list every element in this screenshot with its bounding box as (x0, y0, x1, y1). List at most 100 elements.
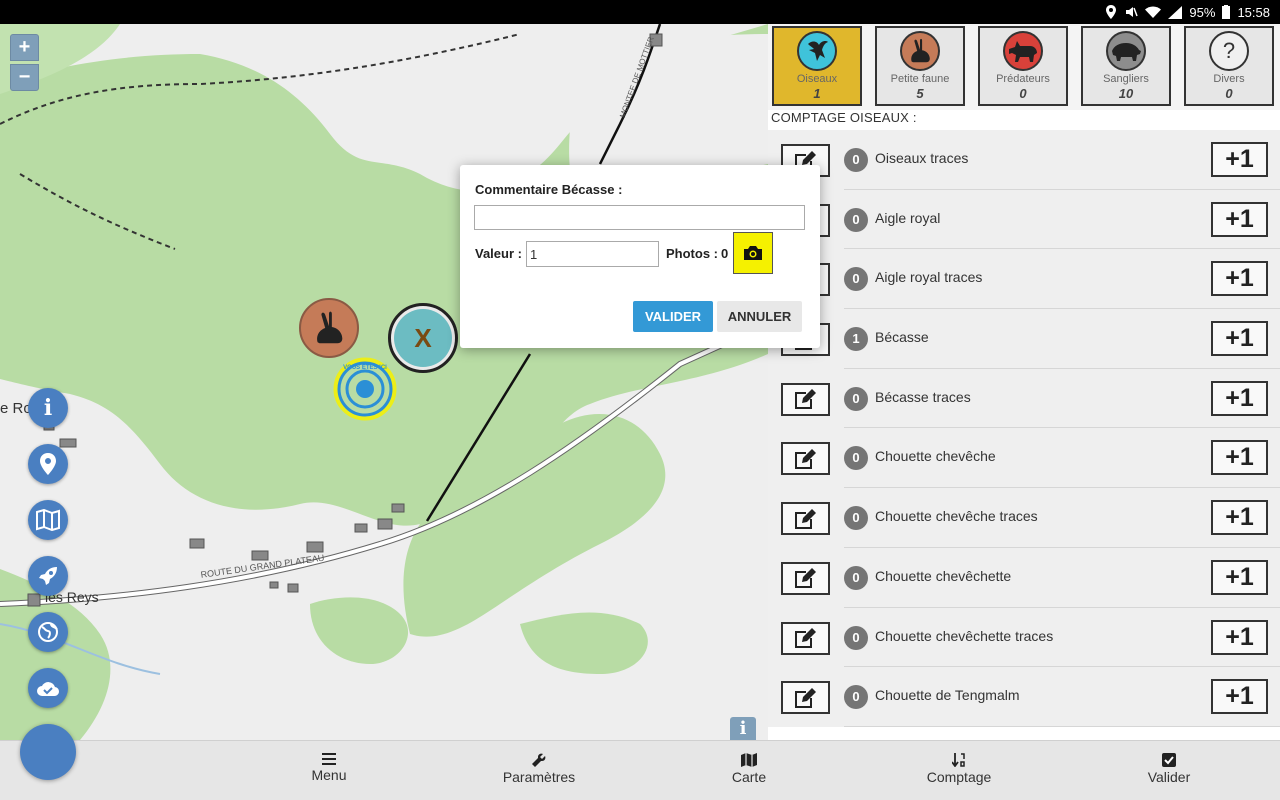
species-name: Aigle royal (875, 209, 941, 226)
zoom-in-button[interactable]: + (10, 34, 39, 61)
species-name: Bécasse traces (875, 388, 971, 405)
dialog-annuler-button[interactable]: ANNULER (717, 301, 802, 332)
species-name: Chouette de Tengmalm (875, 687, 1020, 704)
increment-button[interactable]: +1 (1211, 619, 1268, 655)
tab-predateurs[interactable]: Prédateurs 0 (978, 26, 1068, 106)
photos-count: 0 (721, 246, 729, 261)
edit-comment-button[interactable] (781, 382, 830, 416)
category-tabs: Oiseaux 1 Petite faune 5 Prédateurs 0 Sa… (768, 24, 1280, 110)
wolf-icon (1003, 31, 1043, 71)
globe-button[interactable] (28, 612, 68, 652)
species-count-badge: 0 (844, 386, 868, 411)
mute-icon (1126, 7, 1139, 17)
edit-comment-button[interactable] (781, 442, 830, 476)
valeur-label: Valeur : (475, 246, 522, 261)
nav-menu-label: Menu (311, 767, 347, 783)
zoom-out-button[interactable]: − (10, 64, 39, 91)
species-name: Chouette chevêchette traces (875, 627, 1054, 644)
species-row: 0 Aigle royal traces +1 (768, 249, 1280, 310)
increment-button[interactable]: +1 (1211, 261, 1268, 297)
species-count-badge: 1 (844, 327, 868, 352)
signal-icon (1168, 5, 1183, 19)
location-icon (1106, 5, 1117, 19)
tab-oiseaux[interactable]: Oiseaux 1 (772, 26, 862, 106)
launch-button[interactable] (28, 556, 68, 596)
checkbox-checked-icon (1162, 753, 1176, 767)
globe-icon (38, 622, 58, 642)
main-fab-button[interactable] (20, 724, 76, 780)
edit-icon (794, 448, 816, 469)
info-button[interactable]: i (28, 388, 68, 428)
increment-button[interactable]: +1 (1211, 201, 1268, 237)
species-row: 0 Oiseaux traces +1 (768, 130, 1280, 190)
species-name: Chouette chevêche traces (875, 508, 1038, 525)
map-view[interactable]: e Ro les Reys ROUTE DU GRAND PLATEAU MON… (0, 24, 768, 740)
sort-numeric-icon (952, 753, 965, 767)
tab-divers-label: Divers (1213, 73, 1245, 85)
nav-comptage[interactable]: Comptage (889, 753, 1029, 785)
camera-icon (744, 246, 762, 260)
species-count-badge: 0 (844, 148, 868, 172)
section-title: COMPTAGE OISEAUX : (771, 110, 917, 125)
tab-divers-count: 0 (1225, 86, 1233, 101)
camera-button[interactable] (733, 232, 773, 274)
dialog-title: Commentaire Bécasse : (475, 182, 623, 197)
species-count-badge: 0 (844, 565, 868, 590)
edit-comment-button[interactable] (781, 681, 830, 715)
species-row: 1 Bécasse +1 (768, 309, 1280, 369)
tab-sangliers[interactable]: Sangliers 10 (1081, 26, 1171, 106)
map-layers-button[interactable] (28, 500, 68, 540)
attribution-info-button[interactable]: i (730, 717, 756, 740)
tab-divers[interactable]: ? Divers 0 (1184, 26, 1274, 106)
nav-parametres[interactable]: Paramètres (469, 753, 609, 785)
species-count-badge: 0 (844, 267, 868, 292)
tab-predateurs-label: Prédateurs (996, 73, 1050, 85)
edit-comment-button[interactable] (781, 621, 830, 655)
species-row: 0 Chouette chevêchette traces +1 (768, 607, 1280, 668)
tab-predateurs-count: 0 (1019, 86, 1027, 101)
nav-menu[interactable]: Menu (259, 753, 399, 783)
edit-icon (794, 389, 816, 410)
species-name: Oiseaux traces (875, 150, 969, 166)
tab-sangliers-count: 10 (1118, 86, 1134, 101)
comment-input[interactable] (474, 205, 805, 230)
tab-sangliers-label: Sangliers (1103, 73, 1149, 85)
species-row: 0 Chouette chevêchette +1 (768, 547, 1280, 608)
increment-button[interactable]: +1 (1211, 500, 1268, 536)
map-icon (741, 753, 757, 767)
species-row: 0 Chouette de Tengmalm +1 (768, 667, 1280, 727)
location-pin-icon (40, 453, 56, 475)
tab-petite-faune-count: 5 (916, 86, 924, 101)
increment-button[interactable]: +1 (1211, 440, 1268, 476)
tab-oiseaux-label: Oiseaux (796, 73, 838, 85)
valeur-input[interactable] (526, 241, 659, 267)
species-count-badge: 0 (844, 625, 868, 650)
sync-button[interactable] (28, 668, 68, 708)
wrench-icon (532, 753, 546, 767)
increment-button[interactable]: +1 (1211, 679, 1268, 715)
nav-carte[interactable]: Carte (679, 753, 819, 785)
increment-button[interactable]: +1 (1211, 380, 1268, 416)
folded-map-icon (36, 509, 60, 531)
increment-button[interactable]: +1 (1211, 559, 1268, 595)
locate-button[interactable] (28, 444, 68, 484)
marker-small-game[interactable] (299, 298, 359, 358)
increment-button[interactable]: +1 (1211, 321, 1268, 357)
species-count-badge: 0 (844, 685, 868, 710)
tab-petite-faune[interactable]: Petite faune 5 (875, 26, 965, 106)
counting-panel: Oiseaux 1 Petite faune 5 Prédateurs 0 Sa… (768, 24, 1280, 740)
species-name: Bécasse (875, 329, 929, 346)
edit-comment-button[interactable] (781, 502, 830, 536)
species-row: 0 Aigle royal +1 (768, 189, 1280, 250)
nav-valider-label: Valider (1147, 769, 1191, 785)
cloud-check-icon (37, 682, 60, 697)
hamburger-icon (322, 753, 336, 765)
bottom-navigation: Menu Paramètres Carte Comptage Valider (0, 724, 1280, 800)
boar-icon (1106, 31, 1146, 71)
tab-oiseaux-count: 1 (813, 86, 821, 101)
edit-comment-button[interactable] (781, 561, 830, 595)
species-count-badge: 0 (844, 506, 868, 531)
dialog-valider-button[interactable]: VALIDER (633, 301, 713, 332)
increment-button[interactable]: +1 (1211, 142, 1268, 177)
nav-valider[interactable]: Valider (1099, 753, 1239, 785)
